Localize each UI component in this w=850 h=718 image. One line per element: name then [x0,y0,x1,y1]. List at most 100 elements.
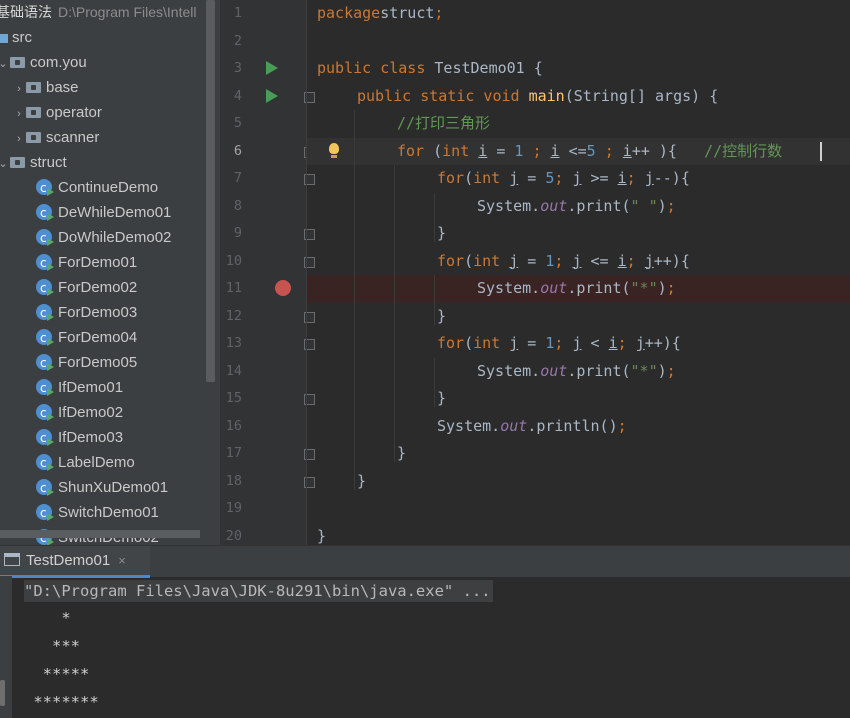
run-tab-testdemo01[interactable]: TestDemo01 × [0,546,150,578]
tree-item-ifdemo01[interactable]: IfDemo01 [36,375,123,401]
line-number[interactable]: 14 [220,363,242,379]
chevron-down-icon[interactable]: ⌄ [0,52,10,77]
tree-vertical-scrollbar[interactable] [206,0,215,382]
line-number[interactable]: 15 [220,390,242,406]
tree-item-fordemo02[interactable]: ForDemo02 [36,275,138,301]
line-number[interactable]: 3 [220,60,242,76]
tree-item-ifdemo02[interactable]: IfDemo02 [36,400,123,426]
code-token: ( [433,141,443,160]
code-token: j [509,169,519,187]
lightbulb-icon[interactable] [329,142,339,158]
code-line[interactable] [317,28,850,55]
chevron-right-icon[interactable]: › [12,102,26,127]
code-line[interactable]: System.out.print(" "); [317,193,850,220]
chevron-down-icon[interactable]: ⌄ [0,152,10,177]
tree-horizontal-scrollbar[interactable] [0,530,200,538]
tree-item-dewhiledemo01[interactable]: DeWhileDemo01 [36,200,171,226]
tree-item-fordemo01[interactable]: ForDemo01 [36,250,138,276]
tree-item-fordemo04[interactable]: ForDemo04 [36,325,137,351]
line-number[interactable]: 7 [220,170,242,186]
code-line[interactable]: for(int j = 1; j < i; j++){ [317,330,850,357]
code-line[interactable]: } [317,523,850,546]
java-class-icon [36,176,54,201]
tree-item-label: SwitchDemo01 [58,504,159,521]
tree-item-label: ForDemo02 [58,279,138,296]
tree-item-base[interactable]: › base [12,75,78,102]
line-number[interactable]: 1 [220,5,242,21]
tree-item-dowhiledemo02[interactable]: DoWhileDemo02 [36,225,171,251]
line-number[interactable]: 8 [220,198,242,214]
code-line[interactable]: System.out.println(); [317,413,850,440]
code-token: "*" [630,361,658,380]
tree-item-com-you[interactable]: ⌄ com.you [0,50,87,75]
tree-item-switchdemo01[interactable]: SwitchDemo01 [36,500,159,526]
line-number[interactable]: 20 [220,528,242,544]
code-token: j [644,169,654,187]
project-root-row[interactable]: 基础语法 D:\Program Files\Intell [0,0,196,24]
close-tab-icon[interactable]: × [118,553,126,568]
code-line[interactable]: System.out.print("*"); [317,358,850,385]
chevron-right-icon[interactable]: › [12,127,26,152]
code-line[interactable]: //打印三角形 [317,110,850,137]
code-token: ; [666,361,676,380]
code-token: //打印三角形 [397,114,491,132]
code-line[interactable]: for (int i = 1 ; i <=5 ; i++ ){ //控制行数 [317,138,850,165]
tree-item-ifdemo03[interactable]: IfDemo03 [36,425,123,451]
line-number[interactable]: 16 [220,418,242,434]
tree-item-scanner[interactable]: › scanner [12,125,99,150]
line-number[interactable]: 2 [220,33,242,49]
code-editor[interactable]: 1 2 3 4 5 6 7 8 9 10 11 12 13 14 15 16 17 18 19 20 packages… [220,0,850,545]
code-line[interactable]: for(int j = 5; j >= i; j--){ [317,165,850,192]
package-icon [26,107,41,118]
code-line[interactable]: public static void main(String[] args) { [317,83,850,110]
tree-item-src[interactable]: src [0,25,32,50]
tree-item-label: ForDemo01 [58,254,138,271]
line-number[interactable]: 19 [220,500,242,516]
editor-gutter[interactable]: 1 2 3 4 5 6 7 8 9 10 11 12 13 14 15 16 17 18 19 20 [220,0,315,545]
code-line[interactable]: public class TestDemo01 { [317,55,850,82]
code-token: i [608,334,618,352]
code-token: out [540,361,568,380]
code-token: 5 [586,141,596,160]
line-number[interactable]: 13 [220,335,242,351]
code-line[interactable]: } [317,440,850,467]
tree-item-shunxudemo01[interactable]: ShunXuDemo01 [36,475,168,501]
code-line[interactable]: System.out.print("*"); [317,275,850,302]
code-line[interactable] [317,495,850,522]
code-line[interactable]: } [317,385,850,412]
code-line[interactable]: } [317,303,850,330]
tree-item-label: operator [46,104,102,121]
code-token: struct [380,4,435,22]
tree-item-label: com.you [30,54,87,71]
tree-item-label: ForDemo05 [58,354,138,371]
code-token: ; [666,196,676,215]
code-token: } [437,306,447,325]
line-number[interactable]: 6 [220,143,242,159]
code-line[interactable]: } [317,468,850,495]
run-gutter-icon[interactable] [266,61,278,75]
tree-item-continuedemo[interactable]: ContinueDemo [36,175,158,201]
line-number[interactable]: 18 [220,473,242,489]
code-line[interactable]: for(int j = 1; j <= i; j++){ [317,248,850,275]
code-token: i [478,141,488,160]
code-line[interactable]: packagestruct; [317,0,850,27]
tree-item-fordemo03[interactable]: ForDemo03 [36,300,137,326]
tree-item-labeldemo[interactable]: LabelDemo [36,450,135,476]
line-number[interactable]: 4 [220,88,242,104]
chevron-right-icon[interactable]: › [12,77,26,102]
line-number[interactable]: 5 [220,115,242,131]
line-number[interactable]: 10 [220,253,242,269]
side-toolbar-handle[interactable] [0,680,5,706]
line-number[interactable]: 17 [220,445,242,461]
java-class-icon [36,201,54,226]
line-number[interactable]: 9 [220,225,242,241]
tree-item-operator[interactable]: › operator [12,100,102,125]
breakpoint-icon[interactable] [275,280,291,296]
line-number[interactable]: 12 [220,308,242,324]
code-line[interactable]: } [317,220,850,247]
tree-item-fordemo05[interactable]: ForDemo05 [36,350,138,376]
run-gutter-icon[interactable] [266,88,278,103]
line-number[interactable]: 11 [220,280,242,296]
code-token: j [509,334,519,352]
tree-item-struct[interactable]: ⌄ struct [0,150,67,175]
